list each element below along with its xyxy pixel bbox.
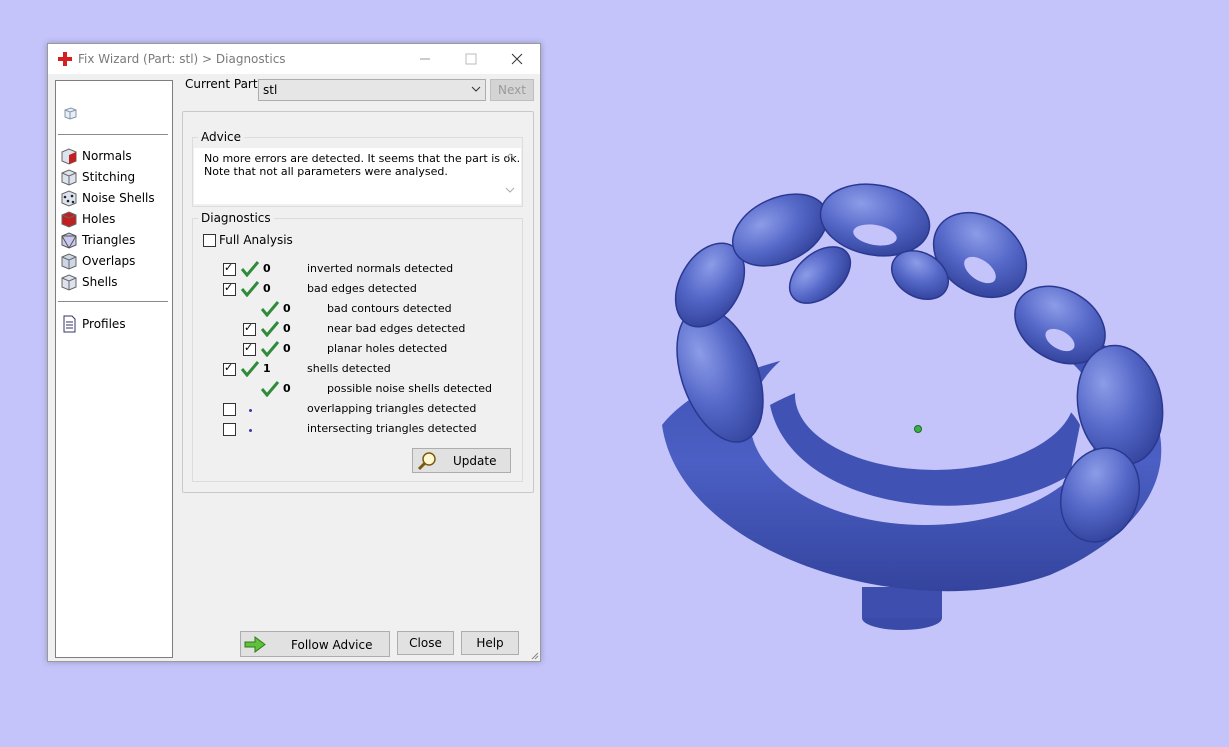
chevron-down-icon xyxy=(471,86,481,92)
profiles-label: Profiles xyxy=(82,317,126,331)
sidebar-item-triangles[interactable]: Triangles xyxy=(60,230,170,250)
diag-row-label: bad contours detected xyxy=(327,302,452,315)
follow-advice-button[interactable]: Follow Advice xyxy=(240,631,390,657)
full-analysis-label: Full Analysis xyxy=(219,233,293,247)
diag-row-count: 0 xyxy=(263,282,271,295)
green-check-icon xyxy=(241,281,259,297)
part-cube-icon[interactable] xyxy=(62,105,78,121)
pending-dot-icon xyxy=(249,409,252,412)
diag-row-count: 0 xyxy=(283,322,291,335)
diagnostics-panel: Advice No more errors are detected. It s… xyxy=(182,111,534,493)
full-analysis-checkbox[interactable] xyxy=(203,234,216,247)
sidebar-item-label: Stitching xyxy=(82,170,136,184)
diag-row-label: overlapping triangles detected xyxy=(307,402,477,415)
green-check-icon xyxy=(261,301,279,317)
triangles-icon xyxy=(61,232,77,249)
diag-row-label: bad edges detected xyxy=(307,282,417,295)
magnifier-icon xyxy=(417,452,436,471)
sidebar-divider xyxy=(58,134,168,135)
diag-row-checkbox[interactable] xyxy=(223,281,236,296)
sidebar-item-overlaps[interactable]: Overlaps xyxy=(60,251,170,271)
advice-line-2: Note that not all parameters were analys… xyxy=(204,165,448,178)
maximize-icon[interactable] xyxy=(448,44,494,74)
diag-row-checkbox[interactable] xyxy=(243,341,256,356)
sidebar-item-normals[interactable]: Normals xyxy=(60,146,170,166)
red-cross-icon xyxy=(58,52,72,66)
sidebar-item-label: Holes xyxy=(82,212,116,226)
update-button[interactable]: Update xyxy=(412,448,511,473)
update-label: Update xyxy=(453,454,497,468)
close-button[interactable]: Close xyxy=(397,631,454,655)
next-button[interactable]: Next xyxy=(490,79,534,101)
ring-3d-model[interactable] xyxy=(650,175,1190,645)
scroll-up-icon[interactable] xyxy=(505,152,515,160)
sidebar-item-label: Noise Shells xyxy=(82,191,155,205)
green-check-icon xyxy=(261,341,279,357)
sidebar-item-label: Overlaps xyxy=(82,254,136,268)
diag-row-count: 0 xyxy=(283,342,291,355)
green-arrow-icon xyxy=(244,636,266,653)
advice-title: Advice xyxy=(198,130,245,144)
sidebar-item-noise-shells[interactable]: Noise Shells xyxy=(60,188,170,208)
shells-icon xyxy=(61,274,77,291)
document-icon xyxy=(63,315,76,333)
sidebar-item-stitching[interactable]: Stitching xyxy=(60,167,170,187)
sidebar-item-shells[interactable]: Shells xyxy=(60,272,170,292)
sidebar-item-holes[interactable]: Holes xyxy=(60,209,170,229)
diag-row-checkbox[interactable] xyxy=(223,403,236,416)
sidebar-item-label: Triangles xyxy=(82,233,136,247)
diag-row-label: intersecting triangles detected xyxy=(307,422,477,435)
sidebar-item-profiles[interactable]: Profiles xyxy=(60,314,170,334)
diag-row-label: inverted normals detected xyxy=(307,262,454,275)
advice-text-area[interactable]: No more errors are detected. It seems th… xyxy=(194,148,521,204)
diag-row-count: 0 xyxy=(283,302,291,315)
diagnostics-title: Diagnostics xyxy=(198,211,274,225)
sidebar-item-label: Normals xyxy=(82,149,132,163)
normals-icon xyxy=(61,148,77,165)
holes-icon xyxy=(61,211,77,228)
title-bar[interactable]: Fix Wizard (Part: stl) > Diagnostics xyxy=(48,44,540,74)
diag-row-checkbox[interactable] xyxy=(223,423,236,436)
diag-row-label: shells detected xyxy=(307,362,391,375)
stitching-icon xyxy=(61,169,77,186)
help-button[interactable]: Help xyxy=(461,631,519,655)
diag-row-checkbox[interactable] xyxy=(243,321,256,336)
sidebar-item-label: Shells xyxy=(82,275,118,289)
green-check-icon xyxy=(241,361,259,377)
noise-shells-icon xyxy=(61,190,77,207)
diag-row-checkbox[interactable] xyxy=(223,261,236,276)
wizard-sidebar: Normals Stitching Noise Shells Holes Tri… xyxy=(55,80,173,658)
close-icon[interactable] xyxy=(494,44,540,74)
diag-row-checkbox[interactable] xyxy=(223,361,236,376)
scroll-down-icon[interactable] xyxy=(505,186,515,194)
overlaps-icon xyxy=(61,253,77,270)
diag-row-count: 0 xyxy=(263,262,271,275)
green-check-icon xyxy=(261,381,279,397)
diag-row-count: 1 xyxy=(263,362,271,375)
advice-line-1: No more errors are detected. It seems th… xyxy=(204,152,521,165)
window-title: Fix Wizard (Part: stl) > Diagnostics xyxy=(78,52,286,66)
green-check-icon xyxy=(261,321,279,337)
diag-row-label: possible noise shells detected xyxy=(327,382,493,395)
current-part-value: stl xyxy=(263,83,278,97)
advice-group: Advice No more errors are detected. It s… xyxy=(192,130,523,207)
diagnostics-group: Diagnostics Full Analysis 0 inverted nor… xyxy=(192,211,523,482)
green-check-icon xyxy=(241,261,259,277)
resize-grip-icon[interactable] xyxy=(529,650,539,660)
fix-wizard-window: Fix Wizard (Part: stl) > Diagnostics Nor… xyxy=(47,43,541,662)
pending-dot-icon xyxy=(249,429,252,432)
diag-row-label: planar holes detected xyxy=(327,342,448,355)
current-part-label: Current Part: xyxy=(185,77,262,91)
diag-row-count: 0 xyxy=(283,382,291,395)
current-part-select[interactable]: stl xyxy=(258,79,486,101)
diag-row-label: near bad edges detected xyxy=(327,322,466,335)
follow-advice-label: Follow Advice xyxy=(291,638,373,652)
minimize-icon[interactable] xyxy=(402,44,448,74)
sidebar-divider xyxy=(58,301,168,302)
